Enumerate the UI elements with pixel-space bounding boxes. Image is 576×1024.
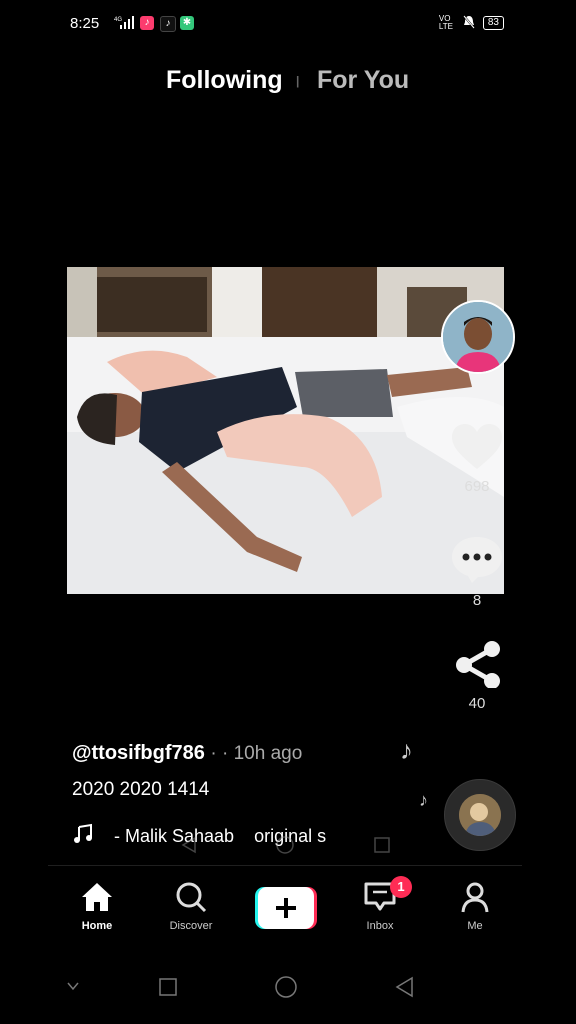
comment-icon[interactable] [450,537,504,589]
nav-home-label: Home [81,920,113,932]
creator-avatar[interactable] [441,300,515,374]
nav-inbox-label: Inbox [366,920,394,932]
video-player[interactable] [67,267,504,594]
share-count: 40 [468,695,486,712]
music-row[interactable]: - Malik Sahaab original s [72,823,342,850]
plus-icon [255,887,317,929]
like-action[interactable]: 698 [448,423,506,495]
like-count: 698 [464,478,490,495]
status-right: VO LTE 83 [439,15,504,31]
ghost-recents-icon [373,836,391,859]
comment-action[interactable]: 8 [448,535,506,609]
mute-bell-icon [463,15,475,31]
nav-discover-label: Discover [169,920,213,932]
battery-indicator: 83 [482,16,504,30]
share-action[interactable]: 40 [448,640,506,712]
signal-label: 4G [114,17,122,23]
floating-note-small-icon: ♪ [419,790,428,810]
ghost-home-icon [275,835,295,860]
system-nav-bar [0,965,576,1013]
status-time: 8:25 [70,15,100,32]
chevron-down-icon[interactable] [66,979,80,998]
create-button[interactable] [255,887,317,929]
music-note-icon [72,823,94,850]
status-bar: 8:25 4G ♪ ♪ ✱ VO LTE 83 [0,0,576,48]
tab-for-you[interactable]: For You [317,66,409,95]
ghost-back-icon [180,836,198,859]
music-app-icon: ♪ [140,16,154,30]
disc-cover [459,794,501,836]
share-icon[interactable] [450,641,504,692]
recents-button[interactable] [158,977,178,1002]
signal-icon: 4G [114,16,134,32]
heart-icon[interactable] [450,424,504,475]
home-icon [80,883,114,916]
nav-discover[interactable]: Discover [151,881,231,932]
video-frame [67,267,504,594]
music-disc[interactable] [444,779,516,851]
tiktok-app-icon: ♪ [160,16,176,32]
nav-me-label: Me [467,920,483,932]
post-author-line: @ttosifbgf786 · · 10h ago [72,742,302,765]
comment-count: 8 [472,592,482,609]
avatar-image [443,302,513,372]
home-button[interactable] [274,975,298,1004]
nav-home[interactable]: Home [57,881,137,932]
username[interactable]: @ttosifbgf786 [72,742,205,764]
tab-following[interactable]: Following [166,66,283,95]
bottom-nav: Home Discover Inbox 1 Me [48,865,522,956]
search-icon [174,882,208,916]
back-button[interactable] [394,976,414,1003]
chat-app-icon: ✱ [180,16,194,30]
post-caption: 2020 2020 1414 [72,779,210,800]
inbox-badge: 1 [390,876,412,898]
post-time: · · 10h ago [210,743,303,764]
inbox-icon [363,882,397,916]
profile-icon [458,882,492,916]
floating-note-icon: ♪ [400,735,413,765]
tab-separator: | [296,74,300,88]
volte-icon: VO LTE [438,14,453,31]
nav-me[interactable]: Me [435,881,515,932]
